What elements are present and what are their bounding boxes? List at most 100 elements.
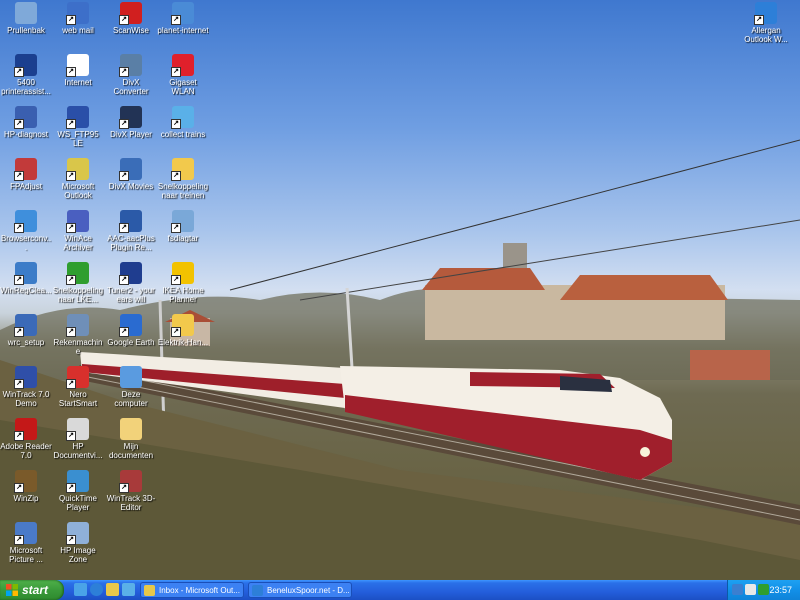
desktop-icon-fpadjust[interactable]: ↗ FPAdjust	[0, 158, 52, 191]
desktop-icon-allergan-outlook[interactable]: ↗ Allergan Outlook W...	[740, 2, 792, 44]
system-tray: 23:57	[727, 580, 800, 600]
desktop-icon-internet[interactable]: ↗ Internet	[52, 54, 104, 87]
desktop-icon-snelkoppeling-lk[interactable]: ↗ Snelkoppeling naar LKE...	[52, 262, 104, 304]
microsoft-outlook-icon: ↗	[66, 158, 89, 181]
shortcut-arrow-icon: ↗	[171, 171, 181, 181]
web-mail-icon: ↗	[66, 2, 89, 25]
desktop-icon-label: Rekenmachine	[53, 338, 103, 356]
desktop-icon-fsdiagtar[interactable]: ↗ fsdiagtar	[157, 210, 209, 243]
adobe-reader-icon: ↗	[14, 418, 37, 441]
quicklaunch-media-icon[interactable]	[122, 583, 135, 596]
wrc-setup-icon: ↗	[14, 314, 37, 337]
desktop-icon-ws-ftp[interactable]: ↗ WS_FTP95 LE	[52, 106, 104, 148]
desktop-icon-divx-converter[interactable]: ↗ DivX Converter	[105, 54, 157, 96]
desktop-icon-label: WinRegClea...	[0, 286, 52, 295]
winregclean-icon: ↗	[14, 262, 37, 285]
desktop-icon-printer-assistant[interactable]: ↗ 5400 printerassist...	[0, 54, 52, 96]
rekenmachine-icon: ↗	[66, 314, 89, 337]
desktop-icon-winregclean[interactable]: ↗ WinRegClea...	[0, 262, 52, 295]
desktop-icon-label: 5400 printerassist...	[1, 78, 51, 96]
internet-icon: ↗	[66, 54, 89, 77]
desktop-icon-wrc-setup[interactable]: ↗ wrc_setup	[0, 314, 52, 347]
desktop-icon-label: WinAce Archiver	[63, 234, 93, 252]
desktop-icon-ikea-home-planner[interactable]: ↗ IKEA Home Planner	[157, 262, 209, 304]
desktop-icon-label: WinTrack 7.0 Demo	[2, 390, 50, 408]
tuner2-icon: ↗	[119, 262, 142, 285]
start-label: start	[22, 583, 49, 597]
desktop-icon-winace-archiver[interactable]: ↗ WinAce Archiver	[52, 210, 104, 252]
desktop-icon-deze-computer[interactable]: Deze computer	[105, 366, 157, 408]
desktop-icon-aac-aacplus-plugin[interactable]: ↗ AAC-aacPlus Plugin Re...	[105, 210, 157, 252]
desktop-icon-nero-startsmart[interactable]: ↗ Nero StartSmart	[52, 366, 104, 408]
shortcut-arrow-icon: ↗	[119, 223, 129, 233]
nero-startsmart-icon: ↗	[66, 366, 89, 389]
desktop-icon-planet-internet[interactable]: ↗ planet-internet	[157, 2, 209, 35]
task-label: BeneluxSpoor.net - D...	[267, 586, 350, 595]
desktop-icon-label: HP Image Zone	[60, 546, 96, 564]
desktop-icon-label: FPAdjust	[10, 182, 42, 191]
ie-task-icon	[252, 585, 263, 596]
desktop-icon-snelkoppeling-treinen[interactable]: ↗ Snelkoppeling naar treinen	[157, 158, 209, 200]
mijn-documenten-icon	[120, 418, 142, 440]
desktop[interactable]: Prullenbak ↗ web mail ↗ ScanWise ↗ planet-inte…	[0, 0, 800, 580]
desktop-icon-elektrik-handbuch[interactable]: ↗ Elektrik-Han...	[157, 314, 209, 347]
desktop-icon-rekenmachine[interactable]: ↗ Rekenmachine	[52, 314, 104, 356]
quicklaunch-desktop-icon[interactable]	[74, 583, 87, 596]
tray-security-icon[interactable]	[758, 584, 769, 595]
quicklaunch-outlook-icon[interactable]	[106, 583, 119, 596]
desktop-icon-label: WinZip	[13, 494, 39, 503]
desktop-icon-hp-diagnostic[interactable]: ↗ HP-diagnost	[0, 106, 52, 139]
desktop-icon-google-earth[interactable]: ↗ Google Earth	[105, 314, 157, 347]
desktop-icon-label: Nero StartSmart	[58, 390, 98, 408]
desktop-icon-label: WS_FTP95 LE	[57, 130, 99, 148]
desktop-icon-browser-config[interactable]: ↗ Browserconv...	[0, 210, 52, 252]
desktop-icon-label: Google Earth	[107, 338, 155, 347]
desktop-icon-tuner2[interactable]: ↗Tuner2 - your ears will now...	[105, 262, 157, 304]
desktop-icon-hp-image-zone[interactable]: ↗ HP Image Zone	[52, 522, 104, 564]
shortcut-arrow-icon: ↗	[171, 327, 181, 337]
divx-movies-icon: ↗	[119, 158, 142, 181]
desktop-icon-winzip[interactable]: ↗ WinZip	[0, 470, 52, 503]
quicklaunch-ie-icon[interactable]	[90, 583, 103, 596]
taskbar-button-beneluxspoor[interactable]: BeneluxSpoor.net - D...	[248, 582, 352, 598]
desktop-icon-recycle-bin[interactable]: Prullenbak	[0, 2, 52, 35]
desktop-icon-label: DivX Movies	[108, 182, 154, 191]
desktop-icon-mijn-documenten[interactable]: Mijn documenten	[105, 418, 157, 460]
tray-network-icon[interactable]	[732, 584, 743, 595]
scanwise-icon: ↗	[119, 2, 142, 25]
desktop-icon-quicktime-player[interactable]: ↗ QuickTime Player	[52, 470, 104, 512]
desktop-icon-adobe-reader[interactable]: ↗ Adobe Reader 7.0	[0, 418, 52, 460]
desktop-icon-microsoft-outlook[interactable]: ↗ Microsoft Outlook	[52, 158, 104, 200]
shortcut-arrow-icon: ↗	[66, 535, 76, 545]
desktop-icon-wintrack-3d-editor[interactable]: ↗ WinTrack 3D-Editor	[105, 470, 157, 512]
desktop-icon-web-mail[interactable]: ↗ web mail	[52, 2, 104, 35]
shortcut-arrow-icon: ↗	[119, 15, 129, 25]
desktop-icon-collect-trains[interactable]: ↗ collect trains	[157, 106, 209, 139]
desktop-icon-label: Elektrik-Han...	[157, 338, 209, 347]
clock: 23:57	[769, 585, 792, 595]
winace-archiver-icon: ↗	[66, 210, 89, 233]
shortcut-arrow-icon: ↗	[171, 15, 181, 25]
taskbar-button-inbox[interactable]: Inbox - Microsoft Out...	[140, 582, 244, 598]
divx-player-icon: ↗	[119, 106, 142, 129]
shortcut-arrow-icon: ↗	[14, 379, 24, 389]
shortcut-arrow-icon: ↗	[14, 119, 24, 129]
shortcut-arrow-icon: ↗	[171, 67, 181, 77]
desktop-icon-hp-documentviewer[interactable]: ↗ HP Documentvi...	[52, 418, 104, 460]
desktop-icon-wintrack-demo[interactable]: ↗ WinTrack 7.0 Demo	[0, 366, 52, 408]
start-button[interactable]: start	[0, 580, 64, 600]
shortcut-arrow-icon: ↗	[171, 223, 181, 233]
desktop-icon-microsoft-picture[interactable]: ↗ Microsoft Picture ...	[0, 522, 52, 564]
tray-volume-icon[interactable]	[745, 584, 756, 595]
desktop-icon-label: QuickTime Player	[59, 494, 97, 512]
browser-config-icon: ↗	[14, 210, 37, 233]
desktop-icon-scanwise[interactable]: ↗ ScanWise	[105, 2, 157, 35]
desktop-icon-divx-movies[interactable]: ↗ DivX Movies	[105, 158, 157, 191]
shortcut-arrow-icon: ↗	[66, 275, 76, 285]
desktop-icon-label: Prullenbak	[7, 26, 45, 35]
gigaset-wlan-icon: ↗	[171, 54, 194, 77]
shortcut-arrow-icon: ↗	[66, 67, 76, 77]
desktop-icon-label: Microsoft Picture ...	[9, 546, 43, 564]
desktop-icon-divx-player[interactable]: ↗ DivX Player	[105, 106, 157, 139]
desktop-icon-gigaset-wlan[interactable]: ↗Gigaset WLAN Adapter Mo...	[157, 54, 209, 96]
